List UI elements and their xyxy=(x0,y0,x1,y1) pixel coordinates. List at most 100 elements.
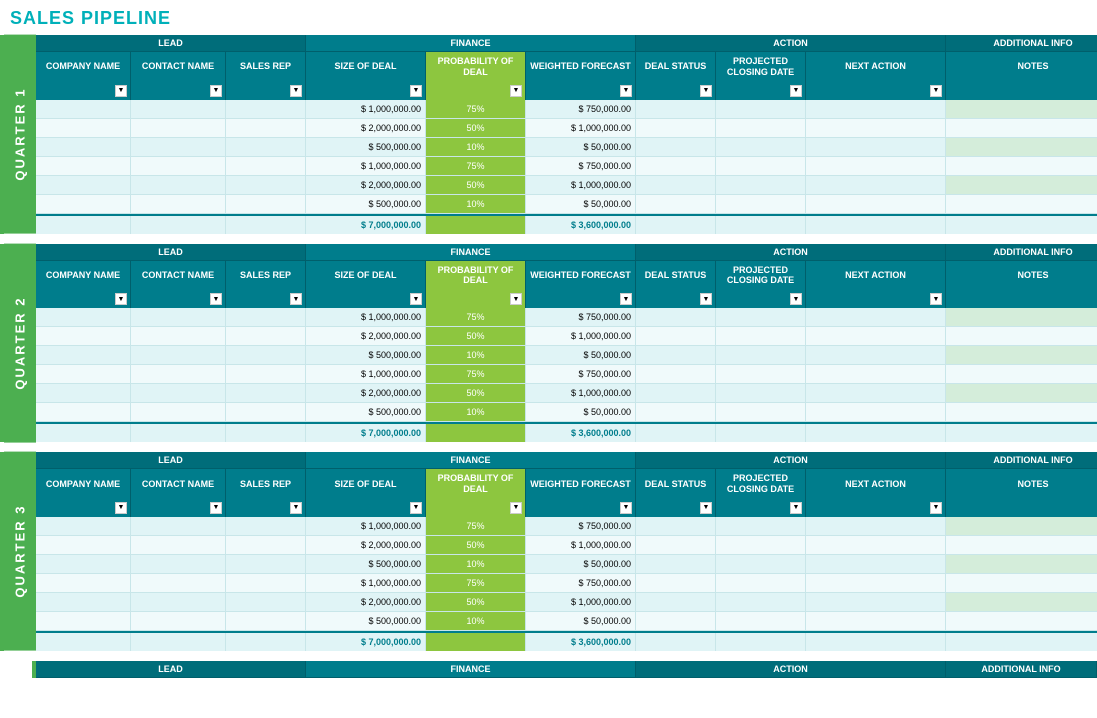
data-cell-size: $ 1,000,000.00 xyxy=(306,574,426,592)
col-header-company_name-3: COMPANY NAME xyxy=(36,469,131,499)
col-header-sales_rep-2: SALES REP xyxy=(226,261,306,291)
filter-dropdown-btn[interactable]: ▼ xyxy=(210,502,222,514)
filter-cell-5-1: ▼ xyxy=(526,82,636,100)
filter-dropdown-btn[interactable]: ▼ xyxy=(620,85,632,97)
filter-dropdown-btn[interactable]: ▼ xyxy=(700,85,712,97)
table-row: $ 500,000.0010%$ 50,000.00 xyxy=(36,403,1097,422)
data-cell-col-company xyxy=(36,157,131,175)
total-size: $ 7,000,000.00 xyxy=(306,424,426,442)
filter-dropdown-btn[interactable]: ▼ xyxy=(510,502,522,514)
data-cell-prob: 50% xyxy=(426,327,526,345)
data-cell-col-nextaction xyxy=(806,327,946,345)
total-prob xyxy=(426,424,526,442)
data-cell-notes xyxy=(946,365,1097,383)
data-cell-col-nextaction xyxy=(806,346,946,364)
total-row-2: $ 7,000,000.00$ 3,600,000.00 xyxy=(36,422,1097,442)
total-cell-col-closing xyxy=(716,216,806,234)
col-header-contact_name-2: CONTACT NAME xyxy=(131,261,226,291)
filter-dropdown-btn[interactable]: ▼ xyxy=(790,502,802,514)
quarter-wrapper-3: QUARTER 3 LEAD FINANCE ACTION ADDITIONAL… xyxy=(0,452,1097,651)
data-cell-col-contact xyxy=(131,308,226,326)
data-cell-notes xyxy=(946,536,1097,554)
data-cell-size: $ 500,000.00 xyxy=(306,555,426,573)
total-cell-col-company xyxy=(36,633,131,651)
filter-dropdown-btn[interactable]: ▼ xyxy=(115,85,127,97)
data-cell-col-closing xyxy=(716,365,806,383)
total-cell-col-company xyxy=(36,424,131,442)
col-header-contact_name-1: CONTACT NAME xyxy=(131,52,226,82)
filter-dropdown-btn[interactable]: ▼ xyxy=(700,502,712,514)
data-cell-col-contact xyxy=(131,612,226,630)
filter-dropdown-btn[interactable]: ▼ xyxy=(290,502,302,514)
table-row: $ 2,000,000.0050%$ 1,000,000.00 xyxy=(36,536,1097,555)
data-cell-col-contact xyxy=(131,365,226,383)
data-cell-size: $ 500,000.00 xyxy=(306,403,426,421)
filter-dropdown-btn[interactable]: ▼ xyxy=(620,502,632,514)
data-cell-notes xyxy=(946,555,1097,573)
filter-dropdown-btn[interactable]: ▼ xyxy=(290,293,302,305)
data-cell-col-salesrep xyxy=(226,119,306,137)
data-cell-notes xyxy=(946,403,1097,421)
filter-cell-2-1: ▼ xyxy=(226,82,306,100)
data-cell-prob: 50% xyxy=(426,119,526,137)
data-cell-notes xyxy=(946,119,1097,137)
filter-dropdown-btn[interactable]: ▼ xyxy=(210,85,222,97)
data-cell-col-salesrep xyxy=(226,555,306,573)
filter-dropdown-btn[interactable]: ▼ xyxy=(410,85,422,97)
data-cell-col-salesrep xyxy=(226,536,306,554)
table-row: $ 1,000,000.0075%$ 750,000.00 xyxy=(36,157,1097,176)
data-cell-col-salesrep xyxy=(226,574,306,592)
data-cell-prob: 10% xyxy=(426,195,526,213)
data-cell-weighted: $ 50,000.00 xyxy=(526,346,636,364)
data-cell-col-closing xyxy=(716,612,806,630)
quarter-block-2: QUARTER 2 LEAD FINANCE ACTION ADDITIONAL… xyxy=(0,244,1097,443)
filter-dropdown-btn[interactable]: ▼ xyxy=(410,293,422,305)
col-header-probability_of_deal-2: PROBABILITY OF DEAL xyxy=(426,261,526,291)
filter-dropdown-btn[interactable]: ▼ xyxy=(930,293,942,305)
data-cell-size: $ 500,000.00 xyxy=(306,346,426,364)
data-cell-col-contact xyxy=(131,517,226,535)
data-cell-prob: 75% xyxy=(426,100,526,118)
col-header-weighted_forecast-3: WEIGHTED FORECAST xyxy=(526,469,636,499)
filter-dropdown-btn[interactable]: ▼ xyxy=(790,85,802,97)
bottom-lead-header: LEAD xyxy=(36,661,306,677)
filter-dropdown-btn[interactable]: ▼ xyxy=(210,293,222,305)
data-cell-col-closing xyxy=(716,100,806,118)
group-header-3: LEAD FINANCE ACTION ADDITIONAL INFO xyxy=(36,452,1097,469)
data-cell-size: $ 1,000,000.00 xyxy=(306,157,426,175)
filter-dropdown-btn[interactable]: ▼ xyxy=(930,85,942,97)
quarter-wrapper-1: QUARTER 1 LEAD FINANCE ACTION ADDITIONAL… xyxy=(0,35,1097,234)
page-title: SALES PIPELINE xyxy=(0,0,1097,35)
total-cell-col-notes xyxy=(946,216,1097,234)
quarter-block-3: QUARTER 3 LEAD FINANCE ACTION ADDITIONAL… xyxy=(0,452,1097,651)
data-cell-col-dealstatus xyxy=(636,327,716,345)
data-cell-prob: 75% xyxy=(426,365,526,383)
filter-dropdown-btn[interactable]: ▼ xyxy=(410,502,422,514)
filter-row-3: ▼▼▼▼▼▼▼▼▼▼ xyxy=(36,499,1097,517)
data-cell-col-salesrep xyxy=(226,327,306,345)
data-cell-notes xyxy=(946,195,1097,213)
total-row-3: $ 7,000,000.00$ 3,600,000.00 xyxy=(36,631,1097,651)
data-cell-col-closing xyxy=(716,138,806,156)
filter-dropdown-btn[interactable]: ▼ xyxy=(290,85,302,97)
filter-dropdown-btn[interactable]: ▼ xyxy=(115,502,127,514)
filter-dropdown-btn[interactable]: ▼ xyxy=(930,502,942,514)
filter-cell-1-3: ▼ xyxy=(131,499,226,517)
bottom-finance-header: FINANCE xyxy=(306,661,636,677)
filter-dropdown-btn[interactable]: ▼ xyxy=(790,293,802,305)
col-header-sales_rep-3: SALES REP xyxy=(226,469,306,499)
filter-dropdown-btn[interactable]: ▼ xyxy=(510,85,522,97)
filter-dropdown-btn[interactable]: ▼ xyxy=(115,293,127,305)
filter-cell-0-1: ▼ xyxy=(36,82,131,100)
data-cell-prob: 10% xyxy=(426,138,526,156)
data-cell-weighted: $ 1,000,000.00 xyxy=(526,119,636,137)
col-header-2: COMPANY NAMECONTACT NAMESALES REPSIZE OF… xyxy=(36,261,1097,291)
filter-dropdown-btn[interactable]: ▼ xyxy=(510,293,522,305)
data-cell-col-contact xyxy=(131,555,226,573)
data-cell-size: $ 1,000,000.00 xyxy=(306,308,426,326)
filter-dropdown-btn[interactable]: ▼ xyxy=(620,293,632,305)
filter-dropdown-btn[interactable]: ▼ xyxy=(700,293,712,305)
total-size: $ 7,000,000.00 xyxy=(306,633,426,651)
data-cell-col-dealstatus xyxy=(636,536,716,554)
data-cell-col-salesrep xyxy=(226,365,306,383)
